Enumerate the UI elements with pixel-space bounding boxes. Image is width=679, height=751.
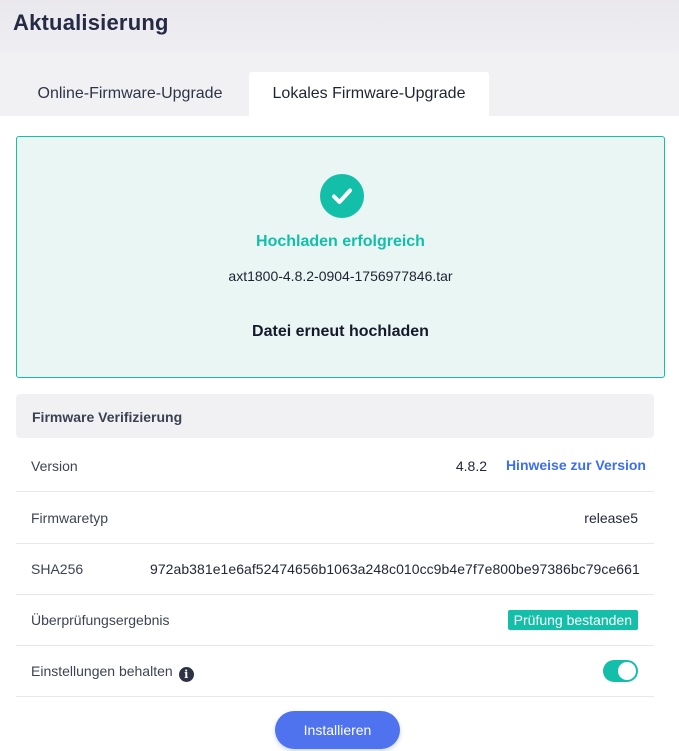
keep-settings-row: Einstellungen behalten i bbox=[16, 646, 654, 697]
firmware-type-label: Firmwaretyp bbox=[31, 510, 109, 526]
keep-settings-label: Einstellungen behalten bbox=[31, 663, 173, 679]
check-circle-icon bbox=[320, 174, 364, 218]
tab-bar: Online-Firmware-Upgrade Lokales Firmware… bbox=[0, 52, 679, 116]
tab-online-firmware-upgrade[interactable]: Online-Firmware-Upgrade bbox=[22, 72, 238, 116]
sha256-row: SHA256 972ab381e1e6af52474656b1063a248c0… bbox=[16, 544, 654, 595]
release-notes-link[interactable]: Hinweise zur Version bbox=[506, 457, 646, 473]
sha256-value: 972ab381e1e6af52474656b1063a248c010cc9b4… bbox=[150, 561, 640, 577]
uploaded-filename: axt1800-4.8.2-0904-1756977846.tar bbox=[228, 268, 453, 284]
version-label: Version bbox=[31, 458, 78, 474]
page-header: Aktualisierung bbox=[0, 0, 679, 52]
verification-result-row: Überprüfungsergebnis Prüfung bestanden bbox=[16, 595, 654, 646]
upload-status-text: Hochladen erfolgreich bbox=[256, 233, 425, 250]
info-icon[interactable]: i bbox=[178, 667, 194, 682]
upload-result-panel: Hochladen erfolgreich axt1800-4.8.2-0904… bbox=[16, 136, 665, 378]
install-button[interactable]: Installieren bbox=[275, 711, 400, 749]
tab-local-firmware-upgrade[interactable]: Lokales Firmware-Upgrade bbox=[249, 72, 489, 116]
verification-header: Firmware Verifizierung bbox=[16, 394, 654, 438]
page-title: Aktualisierung bbox=[13, 10, 169, 35]
version-value: 4.8.2 bbox=[455, 458, 487, 474]
version-row: Version 4.8.2 Hinweise zur Version bbox=[16, 441, 654, 492]
verification-result-label: Überprüfungsergebnis bbox=[31, 612, 170, 628]
keep-settings-label-wrap: Einstellungen behalten i bbox=[31, 663, 194, 682]
reupload-file-button[interactable]: Datei erneut hochladen bbox=[17, 323, 664, 341]
sha256-label: SHA256 bbox=[31, 561, 84, 577]
firmware-type-row: Firmwaretyp release5 bbox=[16, 493, 654, 544]
toggle-knob bbox=[618, 662, 636, 680]
status-badge: Prüfung bestanden bbox=[507, 610, 638, 630]
verification-title: Firmware Verifizierung bbox=[32, 409, 183, 425]
keep-settings-toggle[interactable] bbox=[603, 660, 638, 682]
firmware-type-value: release5 bbox=[584, 510, 638, 526]
